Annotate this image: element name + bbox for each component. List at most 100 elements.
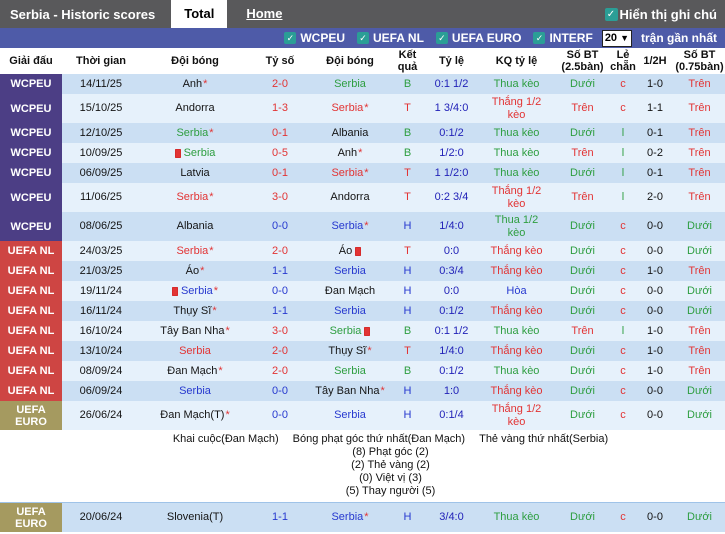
odd-even-cell: c: [610, 401, 636, 430]
date-cell: 16/10/24: [62, 321, 140, 341]
date-cell: 20/06/24: [62, 503, 140, 532]
league-cell: UEFA NL: [0, 241, 62, 261]
half-time-score-cell: 0-1: [636, 163, 674, 183]
team-name: Áo: [186, 265, 199, 278]
league-cell: UEFA NL: [0, 381, 62, 401]
league-cell: UEFA NL: [0, 321, 62, 341]
away-team: Áo: [310, 241, 390, 261]
score-cell: 0-0: [250, 381, 310, 401]
half-time-score-cell: 0-0: [636, 212, 674, 241]
table-row: WCPEU11/06/25Serbia*3-0AndorraT0:2 3/4Th…: [0, 183, 725, 212]
away-team: Serbia*: [310, 212, 390, 241]
over-under-2p5-cell: Trên: [555, 321, 610, 341]
competition-filters: ✓WCPEU✓UEFA NL✓UEFA EURO✓INTERF: [284, 31, 592, 45]
team-name: Serbia: [334, 365, 366, 378]
odd-even-cell: c: [610, 281, 636, 301]
notes-stat-line: (5) Thay người (5): [62, 485, 719, 498]
handicap-result-cell: Thua kèo: [478, 361, 555, 381]
date-cell: 21/03/25: [62, 261, 140, 281]
table-row: UEFA NL19/11/24Serbia*0-0Đan MạchH0:0Hòa…: [0, 281, 725, 301]
result-cell: B: [390, 123, 425, 143]
filter-uefa-euro[interactable]: ✓ UEFA EURO: [436, 31, 522, 45]
table-row: UEFA NL06/09/24Serbia0-0Tây Ban Nha*H1:0…: [0, 381, 725, 401]
handicap-odds-cell: 0:1 1/2: [425, 321, 478, 341]
handicap-result-cell: Thắng kèo: [478, 381, 555, 401]
column-header: Thời gian: [62, 48, 140, 74]
date-cell: 06/09/25: [62, 163, 140, 183]
over-under-0p75-cell: Trên: [674, 163, 725, 183]
over-under-0p75-cell: Trên: [674, 341, 725, 361]
tab-total[interactable]: Total: [171, 0, 227, 28]
filter-interf[interactable]: ✓INTERF: [533, 31, 592, 45]
favorite-star: *: [358, 147, 362, 160]
odd-even-cell: c: [610, 301, 636, 321]
handicap-odds-cell: 3/4:0: [425, 503, 478, 532]
match-notes-row: Khai cuộc(Đan Mạch)Bóng phạt góc thứ nhấ…: [0, 430, 725, 503]
odd-even-cell: c: [610, 241, 636, 261]
handicap-result-cell: Thắng kèo: [478, 241, 555, 261]
favorite-star: *: [209, 191, 213, 204]
handicap-odds-cell: 1/4:0: [425, 341, 478, 361]
score-cell: 3-0: [250, 183, 310, 212]
odd-even-cell: l: [610, 321, 636, 341]
show-notes-toggle[interactable]: ✓ Hiển thị ghi chú: [605, 7, 725, 22]
odd-even-cell: l: [610, 143, 636, 163]
checkbox-checked-icon[interactable]: ✓: [436, 32, 448, 44]
match-count-select[interactable]: 20 ▼: [602, 30, 632, 47]
away-team: Serbia*: [310, 94, 390, 123]
result-cell: T: [390, 341, 425, 361]
filter-uefa-nl[interactable]: ✓UEFA NL: [357, 31, 424, 45]
team-name: Serbia: [334, 409, 366, 422]
team-name: Slovenia(T): [167, 511, 223, 524]
half-time-score-cell: 0-2: [636, 143, 674, 163]
team-name: Tây Ban Nha: [160, 325, 224, 338]
team-name: Thụy Sĩ: [328, 345, 366, 358]
handicap-odds-cell: 0:1/4: [425, 401, 478, 430]
league-cell: UEFA EURO: [0, 503, 62, 532]
column-header: Số BT (0.75bàn): [674, 48, 725, 74]
checkbox-checked-icon[interactable]: ✓: [284, 32, 296, 44]
over-under-0p75-cell: Trên: [674, 94, 725, 123]
favorite-star: *: [209, 245, 213, 258]
odd-even-cell: c: [610, 212, 636, 241]
table-header: Giải đấuThời gianĐội bóngTỷ sốĐội bóngKế…: [0, 48, 725, 74]
result-cell: H: [390, 503, 425, 532]
handicap-result-cell: Thua 1/2 kèo: [478, 212, 555, 241]
table-row: WCPEU14/11/25Anh*2-0SerbiaB0:1 1/2Thua k…: [0, 74, 725, 94]
half-time-score-cell: 0-0: [636, 381, 674, 401]
away-team: Serbia: [310, 261, 390, 281]
table-row: UEFA EURO20/06/24Slovenia(T)1-1Serbia*H3…: [0, 503, 725, 532]
favorite-star: *: [212, 305, 216, 318]
handicap-result-cell: Thua kèo: [478, 503, 555, 532]
favorite-star: *: [364, 102, 368, 115]
home-team: Andorra: [140, 94, 250, 123]
over-under-0p75-cell: Trên: [674, 361, 725, 381]
tab-home[interactable]: Home: [233, 0, 295, 28]
team-name: Thụy Sĩ: [173, 305, 211, 318]
column-header: Tỷ số: [250, 48, 310, 74]
odd-even-cell: c: [610, 361, 636, 381]
checkbox-checked-icon[interactable]: ✓: [605, 8, 618, 21]
score-cell: 0-0: [250, 281, 310, 301]
handicap-result-cell: Thua kèo: [478, 143, 555, 163]
result-cell: H: [390, 301, 425, 321]
handicap-result-cell: Thua kèo: [478, 123, 555, 143]
table-row: WCPEU12/10/25Serbia*0-1AlbaniaB0:1/2Thua…: [0, 123, 725, 143]
top-bar: Serbia - Historic scores Total Home ✓ Hi…: [0, 0, 725, 28]
half-time-score-cell: 2-0: [636, 183, 674, 212]
over-under-0p75-cell: Dưới: [674, 301, 725, 321]
over-under-0p75-cell: Dưới: [674, 401, 725, 430]
odd-even-cell: c: [610, 261, 636, 281]
score-cell: 0-0: [250, 212, 310, 241]
home-team: Thụy Sĩ*: [140, 301, 250, 321]
date-cell: 08/06/25: [62, 212, 140, 241]
league-cell: WCPEU: [0, 123, 62, 143]
date-cell: 10/09/25: [62, 143, 140, 163]
away-team: Serbia: [310, 321, 390, 341]
filter-label: UEFA EURO: [452, 31, 522, 45]
checkbox-checked-icon[interactable]: ✓: [533, 32, 545, 44]
checkbox-checked-icon[interactable]: ✓: [357, 32, 369, 44]
team-name: Albania: [332, 127, 369, 140]
filter-wcpeu[interactable]: ✓WCPEU: [284, 31, 345, 45]
table-row: WCPEU15/10/25Andorra1-3Serbia*T1 3/4:0Th…: [0, 94, 725, 123]
